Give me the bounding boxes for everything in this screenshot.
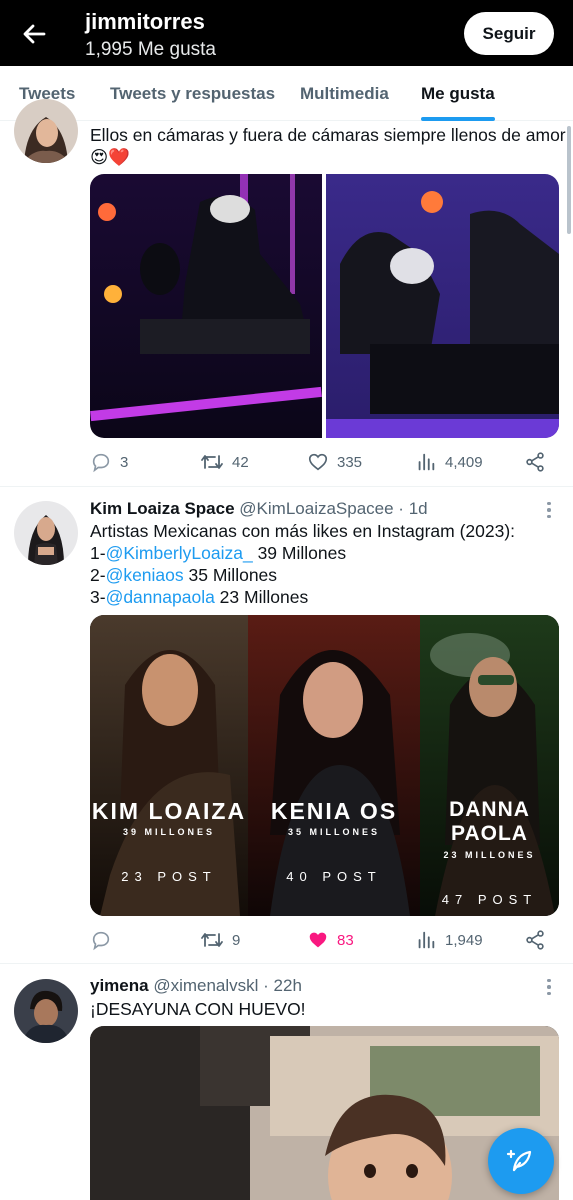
avatar[interactable] <box>14 979 78 1043</box>
author-handle[interactable]: @KimLoaizaSpacee · 1d <box>239 499 427 518</box>
like-button[interactable]: 335 <box>307 447 362 477</box>
avatar[interactable] <box>14 99 78 163</box>
avatar[interactable] <box>14 501 78 565</box>
tweet[interactable]: Kim Loaiza Space @KimLoaizaSpacee · 1d A… <box>0 487 573 964</box>
tweet-actions: 3 42 335 4,409 <box>90 447 559 477</box>
tweet[interactable]: yimena @ximenalvskl · 22h ¡DESAYUNA CON … <box>0 964 573 1200</box>
retweet-button[interactable]: 42 <box>200 447 249 477</box>
tab-tweets-replies[interactable]: Tweets y respuestas <box>110 84 275 104</box>
panel-kim: KIM LOAIZA 39 MILLONES 23 POST <box>91 798 247 884</box>
panel-kenia: KENIA OS 35 MILLONES 40 POST <box>270 798 398 884</box>
tweet-media[interactable]: KIM LOAIZA 39 MILLONES 23 POST KENIA OS … <box>90 615 559 916</box>
tab-media[interactable]: Multimedia <box>300 84 389 104</box>
tweet-text: Ellos en cámaras y fuera de cámaras siem… <box>90 125 566 167</box>
tweet-actions: 9 83 1,949 <box>90 925 559 955</box>
reply-button[interactable] <box>90 925 120 955</box>
profile-username: jimmitorres <box>85 9 205 34</box>
heart-icon <box>308 453 328 471</box>
panel-danna: DANNA PAOLA 23 MILLONES 47 POST <box>441 798 538 907</box>
tweet[interactable]: Ellos en cámaras y fuera de cámaras siem… <box>0 99 573 487</box>
like-button-active[interactable]: 83 <box>307 925 354 955</box>
mention-link[interactable]: @KimberlyLoaiza_ <box>106 543 253 563</box>
profile-tabs: Tweets Tweets y respuestas Multimedia Me… <box>0 66 573 121</box>
tweet-media[interactable] <box>90 174 559 438</box>
tweet-text: Artistas Mexicanas con más likes en Inst… <box>90 521 516 607</box>
retweet-icon <box>201 933 223 947</box>
views-icon <box>418 453 435 471</box>
mention-link[interactable]: @dannapaola <box>106 587 215 607</box>
author-name[interactable]: Kim Loaiza Space <box>90 499 235 518</box>
list-item: 3-@dannapaola 23 Millones <box>90 587 309 607</box>
share-button[interactable] <box>524 447 546 477</box>
reply-icon <box>92 453 110 473</box>
more-icon[interactable] <box>540 500 558 520</box>
tweet-text: ¡DESAYUNA CON HUEVO! <box>90 999 306 1019</box>
views-button[interactable]: 4,409 <box>415 447 483 477</box>
more-icon[interactable] <box>540 977 558 997</box>
tab-likes[interactable]: Me gusta <box>421 84 495 104</box>
reply-icon <box>92 931 110 951</box>
share-button[interactable] <box>524 925 546 955</box>
share-icon <box>526 930 544 950</box>
share-icon <box>526 452 544 472</box>
tweet-header: yimena @ximenalvskl · 22h <box>90 976 302 996</box>
views-button[interactable]: 1,949 <box>415 925 483 955</box>
likes-count: 1,995 Me gusta <box>85 39 216 60</box>
reply-button[interactable]: 3 <box>90 447 128 477</box>
views-icon <box>418 931 435 949</box>
compose-button[interactable] <box>488 1128 554 1194</box>
author-name[interactable]: yimena <box>90 976 149 995</box>
back-arrow-icon[interactable] <box>18 18 50 50</box>
tweet-media[interactable] <box>90 1026 559 1200</box>
list-item: 1-@KimberlyLoaiza_ 39 Millones <box>90 543 347 563</box>
retweet-button[interactable]: 9 <box>200 925 240 955</box>
tweet-header: Kim Loaiza Space @KimLoaizaSpacee · 1d <box>90 499 428 519</box>
follow-button[interactable]: Seguir <box>464 12 554 55</box>
profile-header: jimmitorres 1,995 Me gusta Seguir <box>0 0 573 66</box>
retweet-icon <box>201 455 223 469</box>
author-handle[interactable]: @ximenalvskl · 22h <box>153 976 302 995</box>
heart-icon <box>309 932 327 948</box>
list-item: 2-@keniaos 35 Millones <box>90 565 278 585</box>
mention-link[interactable]: @keniaos <box>106 565 184 585</box>
compose-icon <box>506 1149 532 1172</box>
